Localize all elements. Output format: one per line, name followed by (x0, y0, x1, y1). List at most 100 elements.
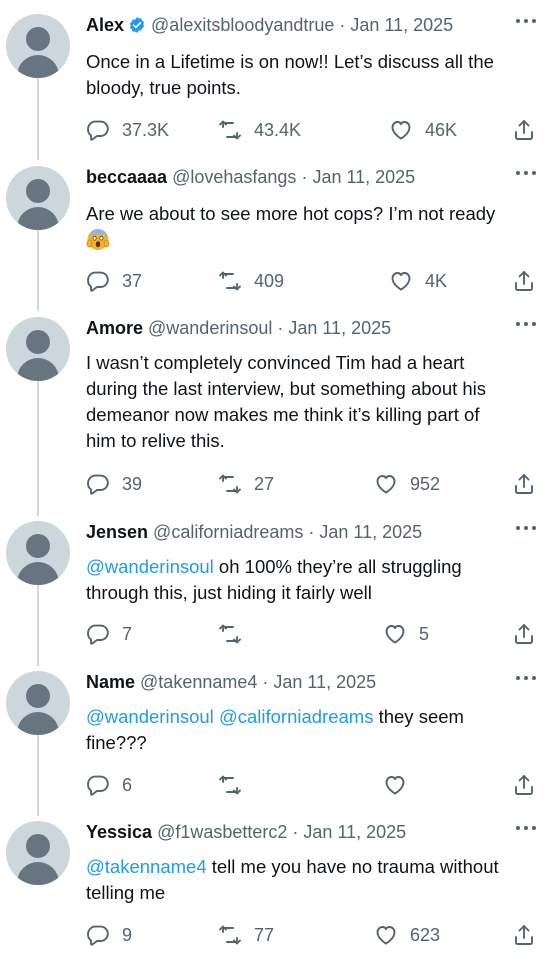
retweet-icon (218, 269, 242, 293)
share-button[interactable] (512, 268, 536, 294)
more-icon[interactable] (515, 673, 537, 683)
heart-icon (374, 923, 398, 947)
reply-button[interactable]: 37.3K (86, 117, 169, 143)
display-name[interactable]: Name (86, 672, 135, 693)
tweet-text: Are we about to see more hot cops? I’m n… (86, 201, 546, 253)
tweet-actions: 6 (86, 772, 540, 798)
username[interactable]: @takenname4 (140, 672, 257, 693)
reply-button[interactable]: 39 (86, 471, 142, 497)
username[interactable]: @lovehasfangs (172, 167, 296, 188)
tweet[interactable]: Name @takenname4 · Jan 11, 2025 @wanderi… (0, 669, 559, 811)
share-button[interactable] (512, 621, 536, 647)
text-line: Once in a Lifetime is on now!! Let’s dis… (86, 51, 494, 72)
avatar[interactable] (6, 166, 70, 230)
tweet-actions: 7 5 (86, 621, 540, 647)
username[interactable]: @f1wasbetterc2 (157, 822, 287, 843)
text-line: him to relive this. (86, 430, 225, 451)
reply-button[interactable]: 9 (86, 922, 132, 948)
text-line: during the last interview, but something… (86, 378, 487, 399)
share-button[interactable] (512, 117, 536, 143)
mention-link[interactable]: @takenname4 (86, 856, 207, 877)
tweet-actions: 37.3K 43.4K 46K (86, 117, 540, 143)
avatar[interactable] (6, 14, 70, 78)
tweet[interactable]: Alex @alexitsbloodyandtrue · Jan 11, 202… (0, 12, 559, 154)
like-button[interactable]: 952 (374, 471, 440, 497)
timestamp[interactable]: Jan 11, 2025 (288, 318, 391, 339)
retweet-button[interactable]: 77 (218, 922, 274, 948)
retweet-icon (218, 622, 242, 646)
mention-link[interactable]: @californiadreams (219, 706, 374, 727)
share-icon (512, 622, 536, 646)
username[interactable]: @alexitsbloodyandtrue (151, 15, 334, 36)
display-name[interactable]: Amore (86, 318, 143, 339)
reply-count: 9 (122, 924, 133, 945)
share-button[interactable] (512, 471, 536, 497)
retweet-button[interactable]: 43.4K (218, 117, 301, 143)
display-name[interactable]: Yessica (86, 822, 152, 843)
reply-button[interactable]: 6 (86, 772, 132, 798)
reply-count: 6 (122, 774, 133, 795)
retweet-count: 409 (254, 270, 285, 291)
avatar[interactable] (6, 671, 70, 735)
retweet-button[interactable] (218, 621, 254, 647)
share-icon (512, 118, 536, 142)
retweet-button[interactable] (218, 772, 254, 798)
like-count: 952 (410, 473, 441, 494)
heart-icon (374, 472, 398, 496)
display-name[interactable]: Alex (86, 15, 124, 36)
retweet-count: 77 (254, 924, 275, 945)
retweet-icon (218, 118, 242, 142)
reply-icon (86, 923, 110, 947)
more-icon[interactable] (515, 168, 537, 178)
timestamp[interactable]: Jan 11, 2025 (350, 15, 453, 36)
face-screaming-emoji (86, 229, 110, 250)
like-button[interactable]: 4K (389, 268, 447, 294)
share-icon (512, 773, 536, 797)
like-button[interactable]: 623 (374, 922, 440, 948)
timestamp[interactable]: Jan 11, 2025 (273, 672, 376, 693)
retweet-icon (218, 923, 242, 947)
tweet[interactable]: beccaaaa @lovehasfangs · Jan 11, 2025 Ar… (0, 164, 559, 306)
share-button[interactable] (512, 922, 536, 948)
like-button[interactable]: 5 (383, 621, 429, 647)
separator: · (308, 521, 315, 542)
reply-button[interactable]: 7 (86, 621, 132, 647)
tweet[interactable]: Yessica @f1wasbetterc2 · Jan 11, 2025 @t… (0, 819, 559, 960)
username[interactable]: @californiadreams (153, 522, 303, 543)
reply-icon (86, 622, 110, 646)
retweet-button[interactable]: 409 (218, 268, 284, 294)
text-line: @wanderinsoul oh 100% they’re all strugg… (86, 554, 546, 580)
like-count: 5 (419, 623, 430, 644)
mention-link[interactable]: @wanderinsoul (86, 706, 214, 727)
text-line: Are we about to see more hot cops? I’m n… (86, 203, 496, 224)
tweet[interactable]: Jensen @californiadreams · Jan 11, 2025 … (0, 519, 559, 661)
tweet[interactable]: Amore @wanderinsoul · Jan 11, 2025 I was… (0, 315, 559, 515)
avatar[interactable] (6, 821, 70, 885)
more-icon[interactable] (515, 823, 537, 833)
avatar[interactable] (6, 521, 70, 585)
more-icon[interactable] (515, 16, 537, 26)
display-name[interactable]: beccaaaa (86, 167, 167, 188)
like-button[interactable] (383, 772, 419, 798)
retweet-icon (218, 773, 242, 797)
tweet-header: Jensen @californiadreams · Jan 11, 2025 (86, 519, 519, 545)
heart-icon (383, 622, 407, 646)
timestamp[interactable]: Jan 11, 2025 (319, 522, 422, 543)
timestamp[interactable]: Jan 11, 2025 (312, 167, 415, 188)
share-button[interactable] (512, 772, 536, 798)
share-icon (512, 923, 536, 947)
like-count: 46K (425, 119, 458, 140)
avatar[interactable] (6, 317, 70, 381)
like-button[interactable]: 46K (389, 117, 457, 143)
timestamp[interactable]: Jan 11, 2025 (303, 822, 406, 843)
reply-button[interactable]: 37 (86, 268, 142, 294)
more-icon[interactable] (515, 319, 537, 329)
display-name[interactable]: Jensen (86, 522, 148, 543)
reply-icon (86, 118, 110, 142)
tweet-text: Once in a Lifetime is on now!! Let’s dis… (86, 49, 546, 101)
mention-link[interactable]: @wanderinsoul (86, 556, 214, 577)
retweet-button[interactable]: 27 (218, 471, 274, 497)
tweet-header: Yessica @f1wasbetterc2 · Jan 11, 2025 (86, 819, 519, 845)
more-icon[interactable] (515, 523, 537, 533)
username[interactable]: @wanderinsoul (148, 318, 272, 339)
